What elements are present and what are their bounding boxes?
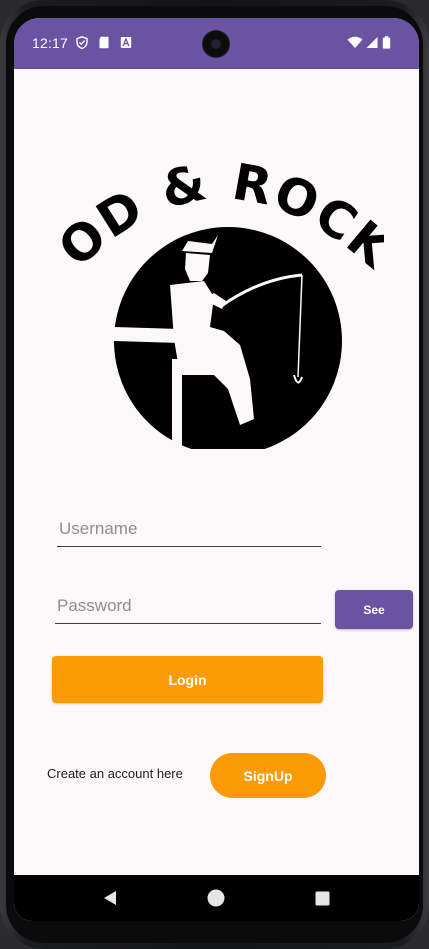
phone-screen: 12:17 OD & ROC Username See Login Create… [14,18,419,921]
front-camera [203,31,229,57]
back-icon [104,891,116,905]
username-input[interactable] [57,512,321,546]
home-button[interactable] [205,887,227,909]
status-time: 12:17 [32,35,69,51]
phone-frame: 12:17 OD & ROC Username See Login Create… [0,0,429,949]
sd-card-icon [99,36,109,49]
fisherman-logo: ROD & ROCKS [54,149,384,449]
navigation-bar [14,875,419,921]
see-password-button[interactable]: See [335,590,413,629]
login-button[interactable]: Login [52,656,323,703]
signal-icon [366,37,378,48]
password-input[interactable] [55,589,321,623]
username-field [57,512,321,547]
a-badge-icon [120,37,132,48]
battery-icon [382,36,391,49]
create-account-label: Create an account here [47,766,183,781]
password-field [55,589,321,624]
login-screen: ROD & ROCKS [14,69,419,875]
home-icon [207,889,225,907]
signup-button[interactable]: SignUp [210,753,326,798]
wifi-icon [347,36,363,48]
shield-icon [76,36,88,49]
recents-icon [315,891,329,905]
recents-button[interactable] [311,887,333,909]
back-button[interactable] [99,887,121,909]
status-bar: 12:17 [14,18,419,69]
